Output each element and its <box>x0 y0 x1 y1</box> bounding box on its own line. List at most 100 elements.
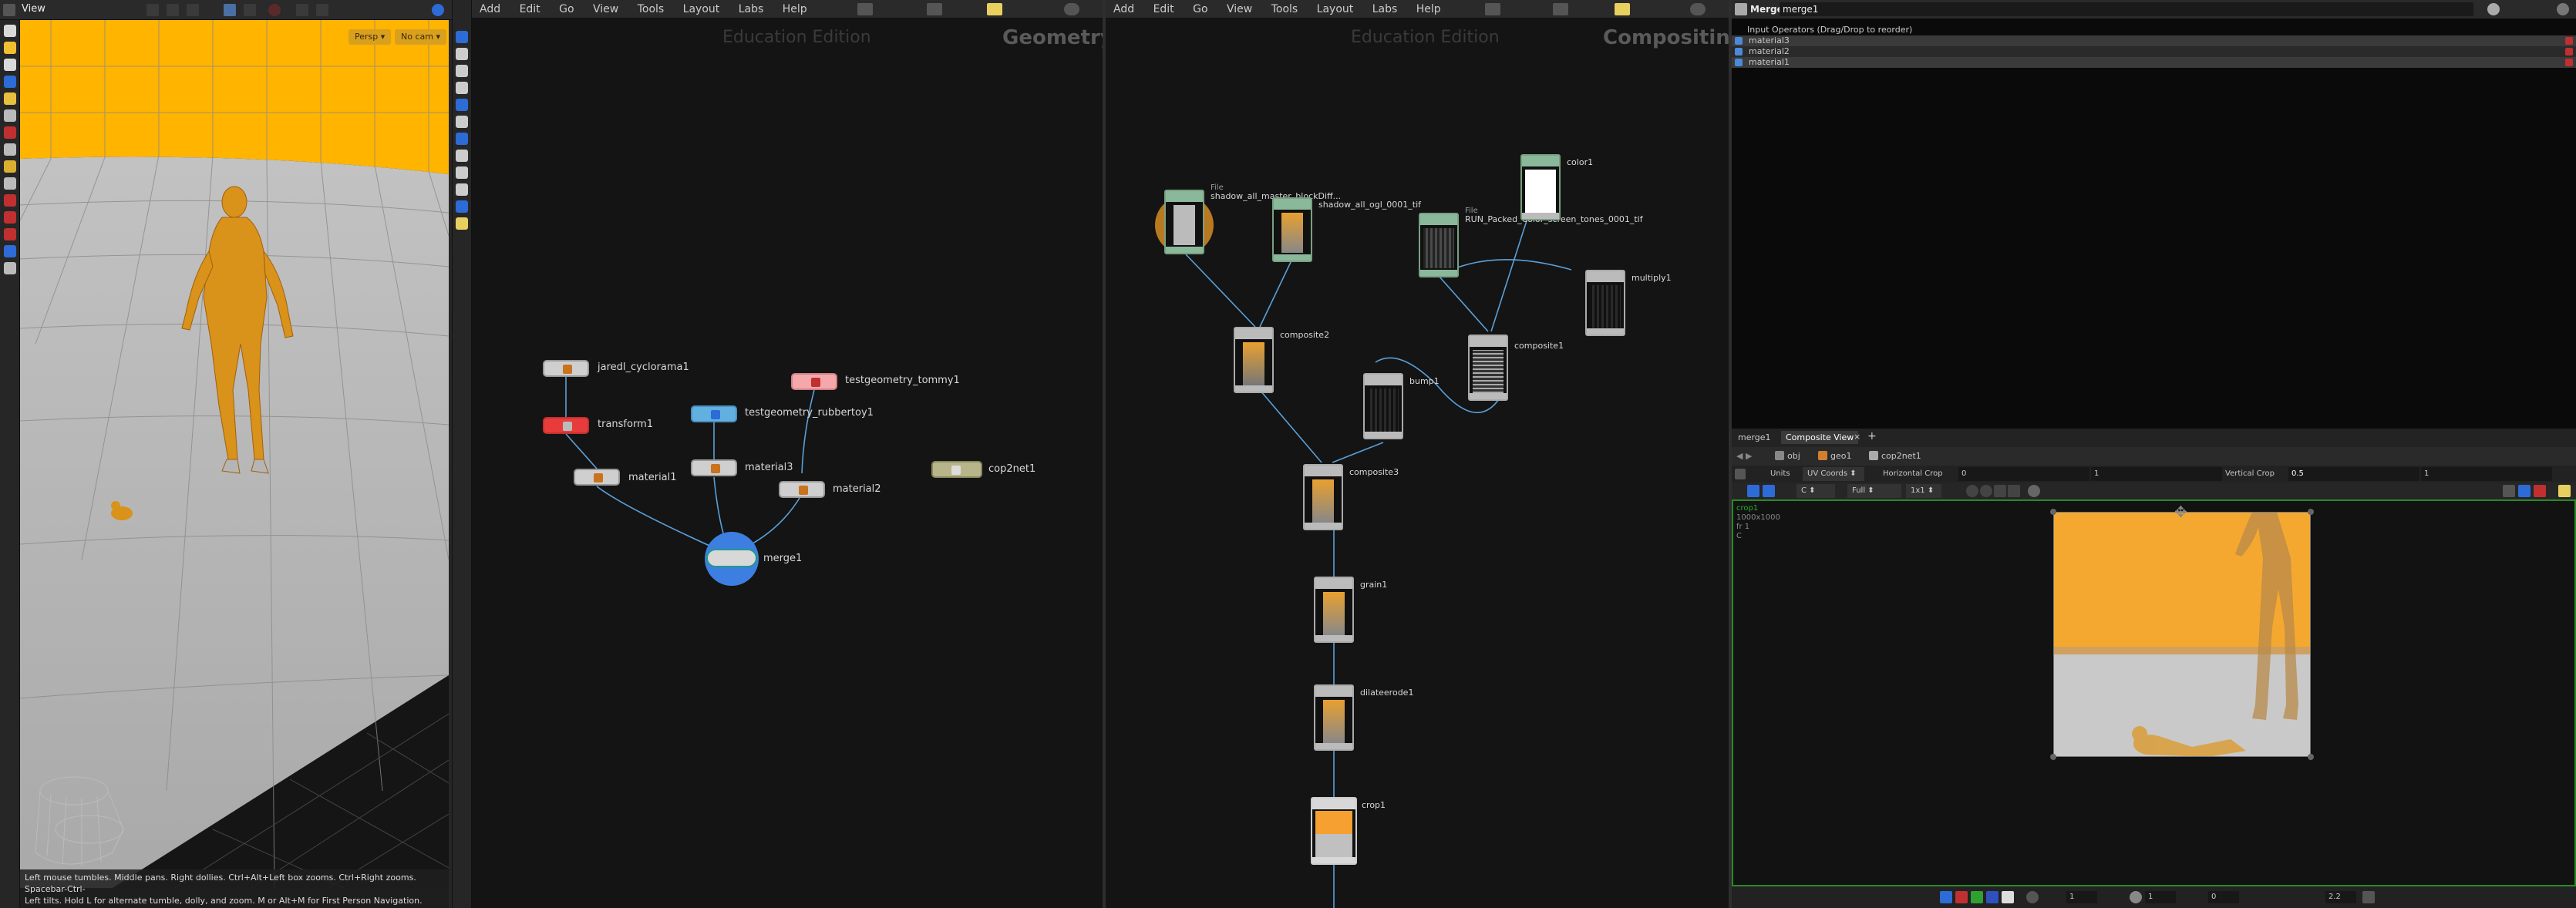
image-viewer[interactable]: crop1 1000x1000 fr 1 C ✥ <box>1732 499 2576 886</box>
add-tab-icon[interactable]: + <box>1867 430 1877 442</box>
drag-handle-icon[interactable] <box>1735 59 1743 66</box>
magnet-icon[interactable] <box>2534 485 2546 497</box>
template-icon[interactable] <box>456 150 468 162</box>
crop-handle-tr[interactable] <box>2308 509 2314 515</box>
hcrop-a-field[interactable]: 0 <box>1958 467 2089 481</box>
display-flag-icon[interactable] <box>456 99 468 111</box>
frame2-field[interactable]: 1 <box>2145 891 2176 903</box>
light-icon[interactable] <box>456 116 468 128</box>
display-options-icon[interactable] <box>224 4 236 16</box>
remove-input-icon[interactable] <box>2565 48 2573 55</box>
persp-menu-button[interactable]: Persp ▾ <box>349 29 392 45</box>
path-obj[interactable]: obj <box>1787 447 1800 466</box>
node-crop1[interactable] <box>1311 797 1357 865</box>
node-tommy[interactable] <box>791 373 837 390</box>
gear-icon[interactable] <box>2487 3 2500 15</box>
color-correct-icon[interactable] <box>2558 485 2571 497</box>
pose-tool-icon[interactable] <box>3 109 16 122</box>
snapshot-icon[interactable] <box>456 82 468 94</box>
help-icon[interactable] <box>2557 3 2569 15</box>
camera-menu-button[interactable]: No cam ▾ <box>395 29 446 45</box>
snap-icon[interactable] <box>167 4 179 16</box>
lock-icon[interactable] <box>456 65 468 77</box>
crop-handle-tl[interactable] <box>2050 509 2056 515</box>
camera-tool-icon[interactable] <box>456 133 468 145</box>
rotate-tool-icon[interactable] <box>3 59 16 71</box>
node-composite1[interactable] <box>1468 335 1508 401</box>
remove-input-icon[interactable] <box>2565 59 2573 66</box>
exposure-icon[interactable] <box>2130 891 2142 903</box>
color-palette-icon[interactable] <box>456 200 468 213</box>
grid-icon[interactable] <box>316 4 328 16</box>
frame-icon[interactable] <box>2008 485 2020 497</box>
ruler-tool-icon[interactable] <box>3 177 16 190</box>
size-dropdown[interactable]: 1x1 ⬍ <box>1906 484 1941 498</box>
magnet-icon[interactable] <box>3 194 16 207</box>
wire-icon[interactable] <box>456 166 468 179</box>
value-field[interactable]: 0 <box>2208 891 2239 903</box>
display-icon[interactable] <box>2503 485 2515 497</box>
res-dropdown[interactable]: Full ⬍ <box>1847 484 1901 498</box>
units-dropdown[interactable]: UV Coords ⬍ <box>1803 467 1864 481</box>
input-row[interactable]: material2 <box>1732 46 2576 57</box>
view-tool-icon[interactable] <box>3 160 16 173</box>
red-channel-icon[interactable] <box>1955 891 1968 903</box>
pin-icon[interactable] <box>146 4 159 16</box>
plane-dropdown[interactable]: C ⬍ <box>1796 484 1835 498</box>
snap-curve-icon[interactable] <box>3 228 16 240</box>
shape-palette-icon[interactable] <box>456 217 468 230</box>
green-channel-icon[interactable] <box>1971 891 1983 903</box>
geometry-network-panel[interactable]: Add Edit Go View Tools Layout Labs Help … <box>472 0 1103 908</box>
home-icon[interactable] <box>1994 485 2006 497</box>
node-material2[interactable] <box>779 481 825 498</box>
help-icon[interactable] <box>432 4 444 16</box>
node-merge[interactable] <box>705 532 759 586</box>
lut-icon[interactable] <box>2362 891 2375 903</box>
select-tool-icon[interactable] <box>3 25 16 37</box>
node-material1[interactable] <box>574 469 620 486</box>
viewer-mode-icon[interactable] <box>1747 485 1759 497</box>
node-file3[interactable] <box>1419 213 1459 277</box>
info-icon[interactable] <box>2028 485 2040 497</box>
node-color1[interactable] <box>1520 154 1561 220</box>
tab-merge1[interactable]: merge1 <box>1735 432 1774 442</box>
alpha-channel-icon[interactable] <box>2002 891 2014 903</box>
param-node-name[interactable]: merge1 <box>1780 2 2473 16</box>
node-multiply1[interactable] <box>1585 270 1625 336</box>
crop-handle-bl[interactable] <box>2050 754 2056 760</box>
link-icon[interactable] <box>187 4 199 16</box>
remove-input-icon[interactable] <box>2565 37 2573 45</box>
vcrop-a-field[interactable]: 0.5 <box>2288 467 2419 481</box>
vcrop-b-field[interactable]: 1 <box>2421 467 2552 481</box>
node-rubbertoy[interactable] <box>691 405 737 422</box>
crosshair-icon[interactable] <box>2026 891 2039 903</box>
hcrop-b-field[interactable]: 1 <box>2091 467 2222 481</box>
node-cop2net[interactable] <box>931 461 982 478</box>
split-view-icon[interactable] <box>1763 485 1775 497</box>
viewport-scene[interactable] <box>20 20 449 888</box>
shading-icon[interactable] <box>244 4 256 16</box>
node-file2[interactable] <box>1272 197 1312 262</box>
node-file1[interactable] <box>1164 190 1204 254</box>
drag-handle-icon[interactable] <box>1735 48 1743 55</box>
drag-handle-icon[interactable] <box>1735 37 1743 45</box>
input-row[interactable]: material3 <box>1732 35 2576 46</box>
zoom-in-icon[interactable] <box>1966 485 1978 497</box>
path-geo[interactable]: geo1 <box>1830 447 1851 466</box>
node-cyclorama[interactable] <box>543 360 589 377</box>
node-composite3[interactable] <box>1303 464 1343 530</box>
snap-point-icon[interactable] <box>3 211 16 224</box>
node-transform[interactable] <box>543 417 589 434</box>
close-icon[interactable]: × <box>1854 432 1860 442</box>
input-row[interactable]: material1 <box>1732 57 2576 68</box>
node-bump1[interactable] <box>1363 373 1403 439</box>
node-composite2[interactable] <box>1234 327 1274 393</box>
paint-tool-icon[interactable] <box>3 126 16 139</box>
scale-tool-icon[interactable] <box>3 76 16 88</box>
camera-icon[interactable] <box>296 4 308 16</box>
node-grain1[interactable] <box>1314 577 1354 643</box>
guide-icon[interactable] <box>2518 485 2531 497</box>
move-tool-icon[interactable] <box>3 42 16 54</box>
gamma-field[interactable]: 2.2 <box>2325 891 2356 903</box>
handle-tool-icon[interactable] <box>3 92 16 105</box>
